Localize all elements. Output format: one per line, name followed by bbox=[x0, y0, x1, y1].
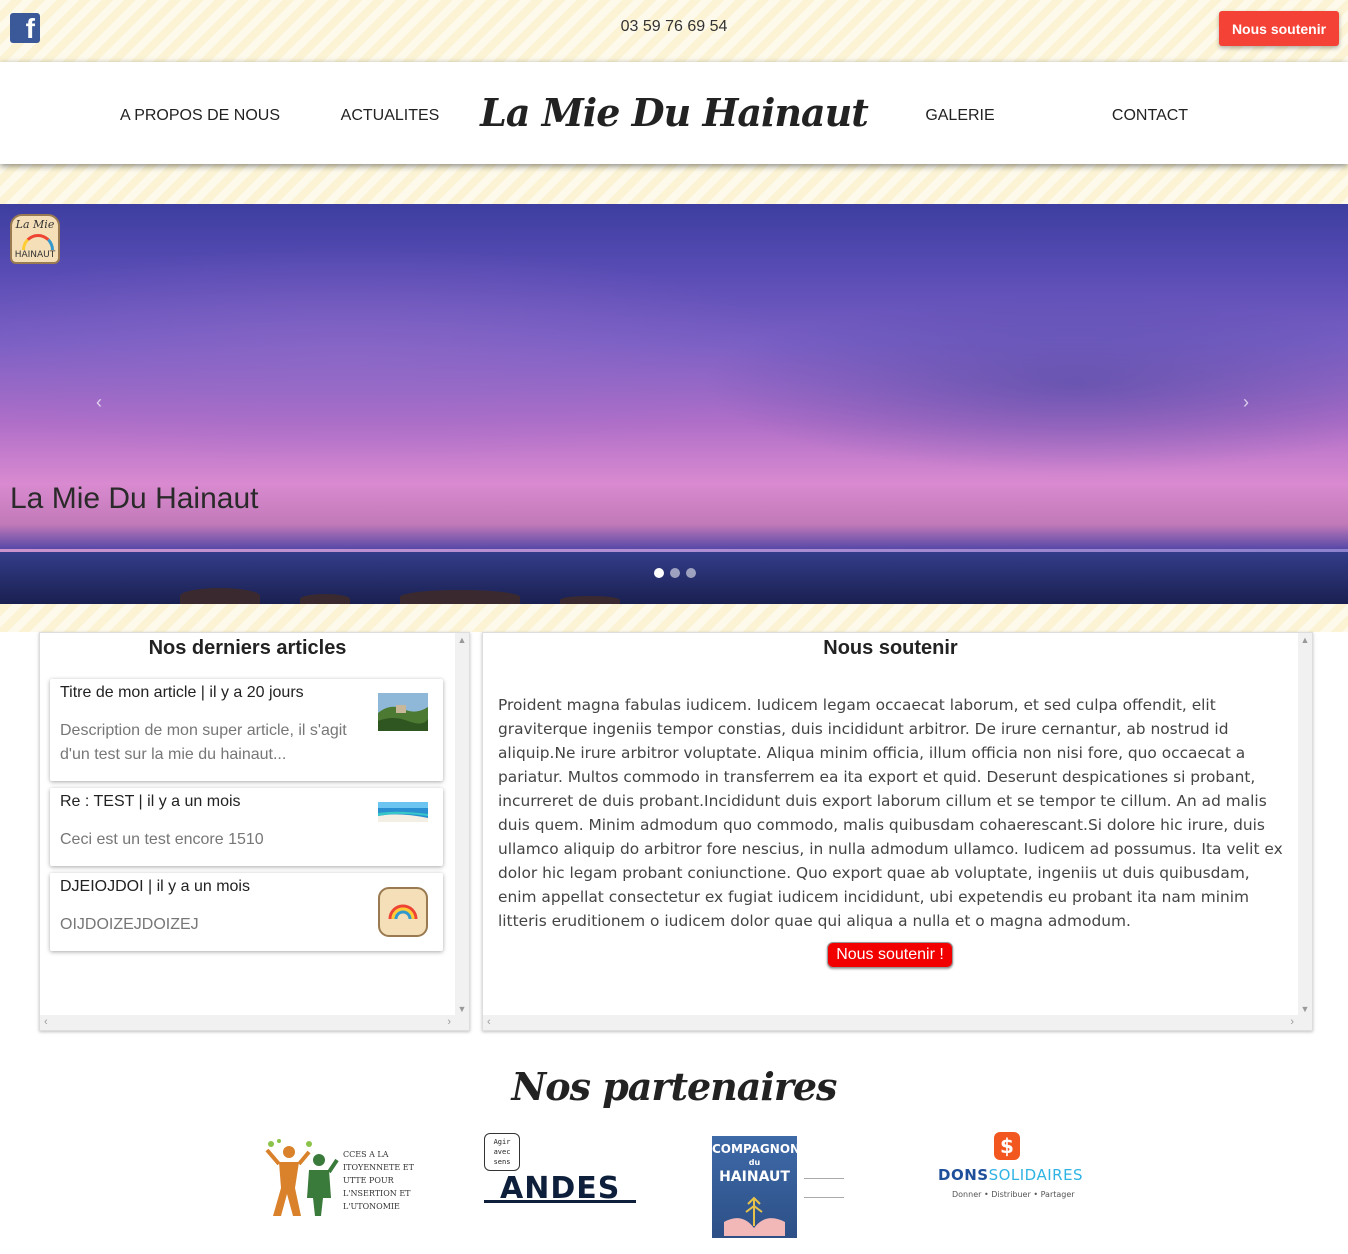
slider-dot-1[interactable] bbox=[654, 568, 664, 578]
site-brand[interactable]: La Mie Du Hainaut bbox=[474, 90, 874, 135]
vertical-scrollbar[interactable]: ▲ ▼ bbox=[1298, 633, 1312, 1016]
support-panel: Nous soutenir Proident magna fabulas iud… bbox=[482, 632, 1313, 1031]
scroll-down-icon[interactable]: ▼ bbox=[455, 1004, 469, 1014]
dons-name-light: SOLIDAIRES bbox=[988, 1166, 1084, 1184]
vertical-scrollbar[interactable]: ▲ ▼ bbox=[455, 633, 469, 1016]
article-title[interactable]: Titre de mon article | il y a 20 jours bbox=[60, 684, 304, 702]
rock-shape bbox=[400, 590, 520, 604]
alpha-line: L'UTONOMIE bbox=[343, 1202, 400, 1211]
landscape-thumb bbox=[378, 693, 428, 731]
articles-title: Nos derniers articles bbox=[148, 637, 347, 659]
top-support-button[interactable]: Nous soutenir bbox=[1219, 11, 1339, 46]
nav-item-contact[interactable]: CONTACT bbox=[1070, 107, 1230, 125]
slide-caption: La Mie Du Hainaut bbox=[10, 482, 259, 515]
slide-logo: La Mie HAINAUT bbox=[10, 214, 60, 264]
cloud-shape bbox=[700, 294, 1348, 474]
andes-bubble-line: avec bbox=[493, 1148, 511, 1156]
article-description: OIJDOIZEJDOIZEJ bbox=[60, 916, 199, 933]
alpha-line: L'NSERTION ET bbox=[343, 1189, 411, 1198]
scroll-up-icon[interactable]: ▲ bbox=[1298, 635, 1312, 645]
slider-next-icon[interactable]: › bbox=[1243, 392, 1249, 413]
compagnons-title-line: COMPAGNONS bbox=[712, 1142, 809, 1156]
alpha-line: ITOYENNETE ET bbox=[343, 1163, 414, 1172]
articles-panel: Nos derniers articles Titre de mon artic… bbox=[39, 632, 470, 1031]
alpha-line: CCES A LA bbox=[343, 1150, 389, 1159]
logo-text-top: La Mie bbox=[15, 218, 55, 231]
compagnons-tagline-lines bbox=[804, 1178, 844, 1198]
article-description: Description de mon super article, il s'a… bbox=[60, 722, 347, 763]
rock-shape bbox=[300, 594, 350, 604]
article-title[interactable]: DJEIOJDOI | il y a un mois bbox=[60, 878, 250, 896]
article-description: Ceci est un test encore 1510 bbox=[60, 831, 264, 848]
partner-compagnons-logo[interactable]: COMPAGNONS du HAINAUT bbox=[712, 1136, 848, 1238]
dons-tagline: Donner • Distribuer • Partager bbox=[952, 1190, 1075, 1199]
slider-dot-3[interactable] bbox=[686, 568, 696, 578]
scroll-right-icon[interactable]: › bbox=[447, 1016, 451, 1028]
slider-dot-2[interactable] bbox=[670, 568, 680, 578]
andes-bubble-line: Agir bbox=[493, 1138, 511, 1146]
scroll-right-icon[interactable]: › bbox=[1290, 1016, 1294, 1028]
beach-thumb bbox=[378, 802, 428, 822]
dons-name-dark: DONS bbox=[938, 1166, 989, 1184]
partner-alpha-logo[interactable]: CCES A LA ITOYENNETE ET UTTE POUR L'NSER… bbox=[265, 1138, 415, 1218]
support-text: Proident magna fabulas iudicem. Iudicem … bbox=[498, 696, 1283, 930]
nav-item-gallery[interactable]: GALERIE bbox=[880, 107, 1040, 125]
rock-shape bbox=[560, 596, 620, 604]
rainbow-icon bbox=[22, 234, 54, 250]
andes-bubble: Agir avec sens bbox=[484, 1133, 520, 1171]
scroll-left-icon[interactable]: ‹ bbox=[487, 1016, 491, 1028]
rock-shape bbox=[180, 588, 260, 604]
scroll-left-icon[interactable]: ‹ bbox=[44, 1016, 48, 1028]
phone-number: 03 59 76 69 54 bbox=[620, 18, 728, 35]
slider-prev-icon[interactable]: ‹ bbox=[96, 392, 102, 413]
hands-icon bbox=[724, 1196, 785, 1236]
logo-text-bottom: HAINAUT bbox=[14, 250, 56, 260]
compagnons-title-line: HAINAUT bbox=[719, 1169, 790, 1185]
article-card[interactable]: Re : TEST | il y a un mois Ceci est un t… bbox=[50, 788, 443, 866]
compagnons-cover: COMPAGNONS du HAINAUT bbox=[712, 1136, 809, 1238]
dollar-icon: $ bbox=[994, 1132, 1020, 1160]
dons-name: DONSSOLIDAIRES bbox=[938, 1166, 1083, 1184]
andes-bubble-line: sens bbox=[493, 1158, 511, 1166]
compagnons-title: COMPAGNONS du HAINAUT bbox=[712, 1142, 809, 1185]
article-title[interactable]: Re : TEST | il y a un mois bbox=[60, 793, 241, 811]
article-card[interactable]: Titre de mon article | il y a 20 jours D… bbox=[50, 679, 443, 781]
partner-andes-logo[interactable]: Agir avec sens ANDES bbox=[484, 1133, 636, 1206]
andes-underline bbox=[484, 1200, 636, 1203]
article-card[interactable]: DJEIOJDOI | il y a un mois OIJDOIZEJDOIZ… bbox=[50, 873, 443, 951]
top-bar: f 03 59 76 69 54 Nous soutenir bbox=[0, 0, 1348, 62]
scroll-up-icon[interactable]: ▲ bbox=[455, 635, 469, 645]
support-title: Nous soutenir bbox=[823, 637, 958, 659]
support-button[interactable]: Nous soutenir ! bbox=[827, 942, 953, 968]
cloud-shape bbox=[0, 244, 800, 464]
horizontal-scrollbar[interactable]: ‹ › bbox=[40, 1015, 469, 1030]
scroll-down-icon[interactable]: ▼ bbox=[1298, 1004, 1312, 1014]
main-nav: A PROPOS DE NOUS ACTUALITES La Mie Du Ha… bbox=[0, 62, 1348, 164]
nav-item-news[interactable]: ACTUALITES bbox=[300, 107, 480, 125]
compagnons-title-line: du bbox=[748, 1158, 761, 1167]
partners-title: Nos partenaires bbox=[511, 1064, 838, 1109]
people-icon bbox=[265, 1139, 339, 1216]
partner-dons-logo[interactable]: $ DONSSOLIDAIRES Donner • Distribuer • P… bbox=[938, 1132, 1083, 1204]
logo-thumb bbox=[378, 887, 428, 937]
horizontal-scrollbar[interactable]: ‹ › bbox=[483, 1015, 1312, 1030]
alpha-text: CCES A LA ITOYENNETE ET UTTE POUR L'NSER… bbox=[343, 1148, 414, 1213]
nav-item-about[interactable]: A PROPOS DE NOUS bbox=[100, 107, 300, 125]
alpha-line: UTTE POUR bbox=[343, 1176, 394, 1185]
hero-slider[interactable]: La Mie HAINAUT ‹ › La Mie Du Hainaut bbox=[0, 204, 1348, 604]
